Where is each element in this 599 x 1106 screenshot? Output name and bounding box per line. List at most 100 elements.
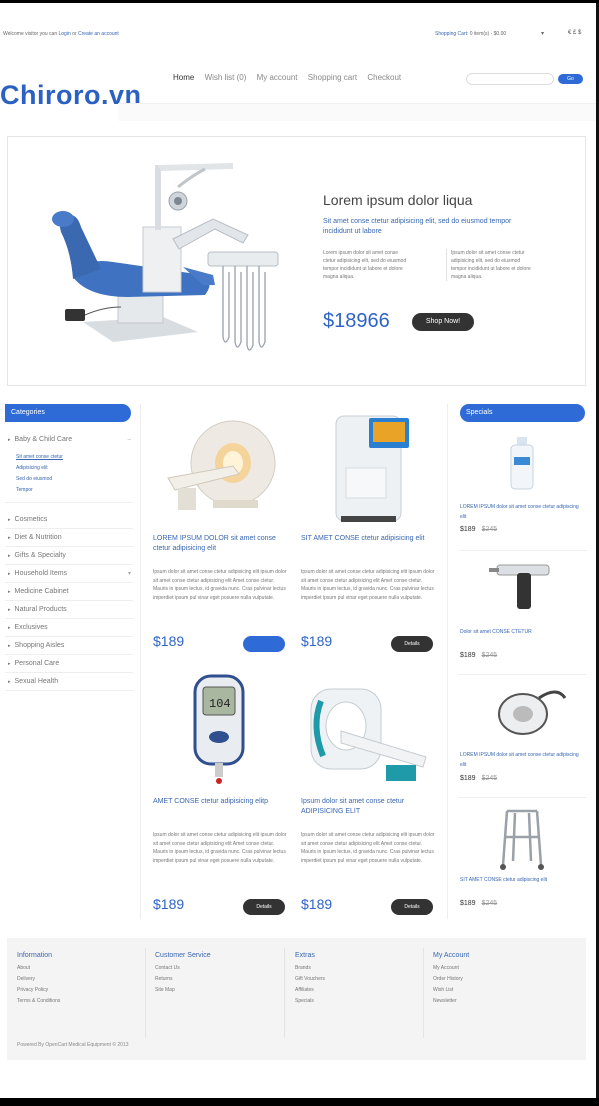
special-item: LOREM IPSUM dolor sit amet conse ctetur …	[459, 678, 587, 798]
product-name[interactable]: AMET CONSE ctetur adipisicing elitp	[153, 797, 288, 807]
footer-link[interactable]: Site Map	[155, 985, 285, 996]
category-item[interactable]: ▸ Household Items ▾	[5, 565, 133, 583]
cart-summary[interactable]: Shopping Cart: 0 item(s) - $0.00	[435, 31, 506, 37]
product-price: $189	[153, 896, 185, 912]
footer-link[interactable]: Brands	[295, 963, 425, 974]
welcome-text: Welcome visitor you can Login or Create …	[3, 31, 119, 37]
currency-switcher[interactable]: € £ $	[568, 30, 581, 36]
category-item[interactable]: ▸ Personal Care	[5, 655, 133, 673]
bullet-icon: ▸	[8, 607, 11, 613]
product-description: Ipsum dolor sit amet conse ctetur adipis…	[153, 569, 287, 601]
subcategory-item[interactable]: Sed do eiusmod	[16, 474, 133, 485]
svg-text:104: 104	[209, 697, 231, 711]
category-item[interactable]: ▸ Diet & Nutrition	[5, 529, 133, 547]
special-name[interactable]: Dolor sit amet CONSE CTETUR	[460, 627, 580, 637]
category-item[interactable]: ▸ Natural Products	[5, 601, 133, 619]
bullet-icon: ▸	[8, 553, 11, 559]
footer-link[interactable]: My Account	[433, 963, 563, 974]
category-label: Gifts & Specialty	[14, 552, 66, 559]
subcategory-item[interactable]: Tempor	[16, 485, 133, 496]
categories-list: ▸ Baby & Child Care – Sit amet conse ctet…	[5, 431, 133, 691]
category-label: Medicine Cabinet	[14, 588, 69, 595]
category-item[interactable]: ▸ Exclusives	[5, 619, 133, 637]
welcome-prefix: Welcome visitor you can	[3, 31, 59, 37]
details-button[interactable]: Details	[391, 899, 433, 915]
special-price: $189	[460, 775, 476, 782]
special-price-row: $189 $245	[460, 775, 497, 782]
footer-link[interactable]: Terms & Conditions	[17, 996, 147, 1007]
footer-link[interactable]: Newsletter	[433, 996, 563, 1007]
special-old-price: $245	[481, 652, 498, 659]
category-item[interactable]: ▸ Shopping Aisles	[5, 637, 133, 655]
footer-link[interactable]: Wish List	[433, 985, 563, 996]
category-item[interactable]: ▸ Baby & Child Care –	[5, 431, 133, 449]
category-item[interactable]: ▸ Medicine Cabinet	[5, 583, 133, 601]
footer-link[interactable]: Gift Vouchers	[295, 974, 425, 985]
category-label: Natural Products	[14, 606, 67, 613]
category-label: Cosmetics	[14, 516, 48, 523]
product-name[interactable]: Ipsum dolor sit amet conse ctetur ADIPIS…	[301, 797, 436, 817]
product-description: Ipsum dolor sit amet conse ctetur adipis…	[153, 832, 287, 864]
cart-dropdown-icon[interactable]: ▾	[541, 30, 544, 37]
expand-icon[interactable]: ▾	[128, 565, 131, 583]
hero-price: $18966	[323, 310, 390, 332]
footer-divider	[284, 948, 285, 1038]
create-account-link[interactable]: Create an account	[78, 31, 119, 37]
walker-image	[500, 809, 544, 870]
bullet-icon: ▸	[8, 517, 11, 523]
special-old-price: $245	[481, 775, 498, 782]
footer-link[interactable]: Privacy Policy	[17, 985, 147, 996]
footer-link[interactable]: Returns	[155, 974, 285, 985]
subcategory-item[interactable]: Adipisicing elit	[16, 463, 133, 474]
specials-header: Specials	[460, 404, 585, 422]
special-old-price: $245	[481, 526, 498, 533]
footer-link[interactable]: Contact Us	[155, 963, 285, 974]
details-button[interactable]: Details	[243, 899, 285, 915]
shop-now-button[interactable]: Shop Now!	[412, 313, 474, 331]
bullet-icon: ▸	[8, 679, 11, 685]
category-item[interactable]: ▸ Cosmetics	[5, 511, 133, 529]
special-old-price: $245	[481, 900, 498, 907]
search-go-button[interactable]: Go	[558, 74, 583, 84]
special-name[interactable]: SIT AMET CONSE ctetur adipiscing elit	[460, 875, 580, 885]
lotion-bottle-image	[510, 437, 534, 490]
product-description: Ipsum dolor sit amet conse ctetur adipis…	[301, 569, 435, 601]
hero-text-col1: Lorem ipsum dolor sit amet conse ctetur …	[323, 250, 407, 280]
search-input[interactable]	[466, 73, 554, 85]
footer-column-my-account: My Account My Account Order History Wish…	[433, 950, 563, 1007]
login-link[interactable]: Login	[58, 31, 70, 37]
special-name[interactable]: LOREM IPSUM dolor sit amet conse ctetur …	[460, 750, 580, 770]
footer-link[interactable]: About	[17, 963, 147, 974]
bullet-icon: ▸	[8, 571, 11, 577]
collapse-icon[interactable]: –	[128, 431, 131, 449]
footer-link[interactable]: Order History	[433, 974, 563, 985]
product-price: $189	[153, 633, 185, 649]
nav-shopping-cart[interactable]: Shopping cart	[308, 73, 357, 82]
special-price-row: $189 $245	[460, 652, 497, 659]
product-name[interactable]: SIT AMET CONSE ctetur adipisicing elit	[301, 534, 436, 544]
details-button[interactable]	[243, 636, 285, 652]
top-bar: Welcome visitor you can Login or Create …	[3, 30, 591, 43]
footer-link[interactable]: Affiliates	[295, 985, 425, 996]
subcategory-item[interactable]: Sit amet conse ctetur	[16, 452, 133, 463]
categories-header: Categories	[5, 404, 131, 422]
ct-scanner-image	[310, 688, 427, 781]
special-name[interactable]: LOREM IPSUM dolor sit amet conse ctetur …	[460, 502, 580, 522]
nav-my-account[interactable]: My account	[257, 73, 298, 82]
page: Welcome visitor you can Login or Create …	[0, 3, 599, 1098]
nav-checkout[interactable]: Checkout	[367, 73, 401, 82]
divider	[140, 404, 141, 919]
footer-link[interactable]: Delivery	[17, 974, 147, 985]
category-item[interactable]: ▸ Gifts & Specialty	[5, 547, 133, 565]
nav-wishlist[interactable]: Wish list (0)	[205, 73, 247, 82]
bullet-icon: ▸	[8, 535, 11, 541]
details-button[interactable]: Details	[391, 636, 433, 652]
powered-by-text: Powered By OpenCart Medical Equipment © …	[17, 1042, 129, 1048]
nav-home[interactable]: Home	[173, 73, 194, 82]
footer-link[interactable]: Specials	[295, 996, 425, 1007]
product-price: $189	[301, 633, 333, 649]
bullet-icon: ▸	[8, 625, 11, 631]
hero-subtitle: Sit amet conse ctetur adipisicing elit, …	[323, 218, 512, 235]
product-name[interactable]: LOREM IPSUM DOLOR sit amet conse ctetur …	[153, 534, 288, 554]
category-item[interactable]: ▸ Sexual Health	[5, 673, 133, 691]
